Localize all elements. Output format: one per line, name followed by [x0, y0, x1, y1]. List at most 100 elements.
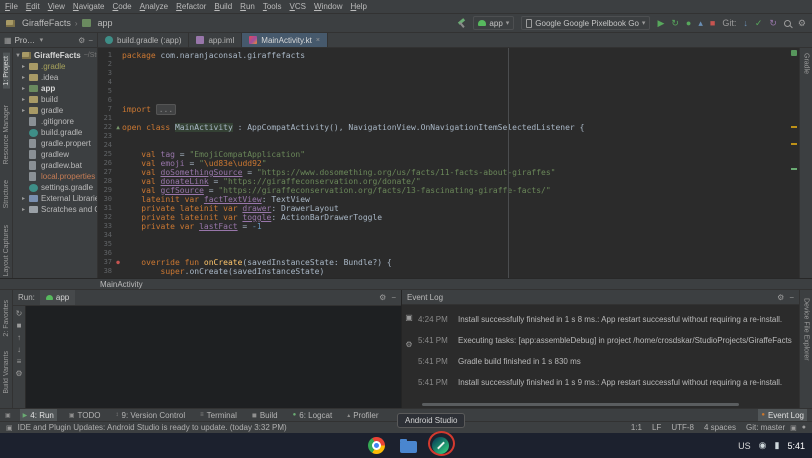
code-line[interactable]: 30lateinit var factTextView: TextView	[98, 195, 789, 204]
code-line[interactable]: 26val emoji = "\ud83e\udd92"	[98, 159, 789, 168]
code-line[interactable]: 29val gcfSource = "https://giraffeconser…	[98, 186, 789, 195]
keyboard-layout[interactable]: US	[738, 441, 751, 451]
breadcrumb-project[interactable]: GiraffeFacts	[22, 18, 71, 28]
scroll-up-icon[interactable]: ↑	[17, 333, 21, 342]
android-studio-icon[interactable]	[432, 437, 449, 454]
stop-button[interactable]: ■	[710, 19, 715, 28]
code-line[interactable]: 3	[98, 69, 789, 78]
chevron-down-icon[interactable]: ▾	[40, 36, 44, 44]
toolwindow-button-profiler[interactable]: ▴Profiler	[344, 409, 381, 421]
menu-build[interactable]: Build	[214, 2, 232, 11]
toolwindow-button-terminal[interactable]: ≡Terminal	[197, 409, 240, 421]
toolwindow-anchor-icon[interactable]: ▣	[5, 412, 11, 419]
code-line[interactable]: 25val tag = "EmojiCompatApplication"	[98, 150, 789, 159]
tree-item-gradlew-bat[interactable]: gradlew.bat	[13, 160, 97, 171]
horizontal-scrollbar[interactable]	[422, 403, 739, 406]
mark-all-read-icon[interactable]: ▣	[405, 313, 413, 322]
notifications-bell-icon[interactable]: ●	[802, 424, 806, 431]
breadcrumb-class[interactable]: MainActivity	[100, 280, 143, 289]
run-tab-app[interactable]: app	[40, 290, 75, 305]
tree-item-external-libraries[interactable]: ▸External Libraries	[13, 193, 97, 204]
event-log-entry[interactable]: 5:41 PMInstall successfully finished in …	[418, 378, 795, 387]
tree-item-build-gradle[interactable]: build.gradle	[13, 127, 97, 138]
code-line[interactable]: 28val donateLink = "https://giraffeconse…	[98, 177, 789, 186]
menu-edit[interactable]: Edit	[26, 2, 40, 11]
toolwindow-2-favorites[interactable]: 2: Favorites	[3, 300, 10, 337]
stop-icon[interactable]: ■	[17, 321, 22, 330]
settings-icon[interactable]: ⚙	[15, 369, 22, 378]
hide-panel-icon[interactable]: −	[88, 36, 93, 45]
tree-expand-arrow[interactable]: ▸	[22, 85, 29, 92]
debug-button[interactable]: ●	[686, 19, 691, 28]
code-line[interactable]: 5	[98, 87, 789, 96]
close-tab-icon[interactable]: ×	[316, 37, 320, 44]
search-everywhere-icon[interactable]	[784, 20, 791, 27]
status-message[interactable]: IDE and Plugin Updates: Android Studio i…	[18, 423, 287, 432]
apply-changes-button[interactable]: ↻	[671, 19, 679, 28]
info-stripe-mark[interactable]	[791, 168, 797, 170]
warning-stripe-mark[interactable]	[791, 126, 797, 128]
status-lf[interactable]: LF	[652, 423, 661, 432]
tree-item-settings-gradle[interactable]: settings.gradle	[13, 182, 97, 193]
clock[interactable]: 5:41	[787, 441, 805, 451]
menu-file[interactable]: File	[5, 2, 18, 11]
tree-expand-arrow[interactable]: ▸	[22, 74, 29, 81]
toolwindow-structure[interactable]: Structure	[3, 180, 10, 208]
code-line[interactable]: 35	[98, 240, 789, 249]
impl-gutter-icon[interactable]: ▲	[114, 123, 122, 132]
menu-help[interactable]: Help	[350, 2, 366, 11]
toolwindow-device-file-explorer[interactable]: Device File Explorer	[803, 298, 810, 361]
tree-expand-arrow[interactable]: ▸	[22, 96, 29, 103]
git-update-icon[interactable]: ↓	[743, 19, 748, 28]
toolwindow-layout-captures[interactable]: Layout Captures	[3, 225, 10, 276]
code-line[interactable]: 23	[98, 132, 789, 141]
tree-expand-arrow[interactable]: ▸	[22, 63, 29, 70]
event-log-entry[interactable]: 4:24 PMInstall successfully finished in …	[418, 315, 795, 324]
toolwindow-build-variants[interactable]: Build Variants	[3, 351, 10, 394]
settings-gear-icon[interactable]: ⚙	[798, 19, 806, 28]
menu-navigate[interactable]: Navigate	[73, 2, 105, 11]
tree-item-idea[interactable]: ▸.idea	[13, 72, 97, 83]
toolwindow-button-4-run[interactable]: ▶4: Run	[20, 409, 57, 421]
tree-item-giraffefacts[interactable]: ▼GiraffeFacts~/StudioProje	[13, 50, 97, 61]
tree-expand-arrow[interactable]: ▼	[15, 53, 22, 59]
tab-app-iml[interactable]: app.iml	[189, 33, 242, 47]
run-configuration-dropdown[interactable]: app ▾	[473, 16, 514, 30]
code-line[interactable]: 4	[98, 78, 789, 87]
code-line[interactable]: 33private var lastFact = -1	[98, 222, 789, 231]
hide-run-panel-icon[interactable]: −	[391, 293, 396, 302]
git-commit-icon[interactable]: ✓	[755, 19, 763, 28]
code-line[interactable]: 6	[98, 96, 789, 105]
toolwindow-1-project[interactable]: 1: Project	[3, 53, 10, 89]
build-hammer-icon[interactable]	[457, 19, 466, 28]
project-panel-title[interactable]: Project	[15, 36, 37, 45]
code-line[interactable]: 38super.onCreate(savedInstanceState)	[98, 267, 789, 276]
run-console-output[interactable]	[26, 306, 401, 408]
menu-window[interactable]: Window	[314, 2, 342, 11]
menu-view[interactable]: View	[48, 2, 65, 11]
event-log-settings-icon[interactable]: ⚙	[405, 340, 412, 349]
hide-event-log-icon[interactable]: −	[789, 293, 794, 302]
tree-item-gradlew[interactable]: gradlew	[13, 149, 97, 160]
tree-expand-arrow[interactable]: ▸	[22, 195, 29, 202]
lock-icon[interactable]: ▣	[790, 424, 797, 432]
status-menu-icon[interactable]: ◉	[759, 440, 767, 451]
code-editor[interactable]: 1package com.naranjaconsal.giraffefacts2…	[98, 48, 799, 278]
override-gutter-icon[interactable]: ●	[114, 258, 122, 267]
code-line[interactable]: 31private lateinit var drawer: DrawerLay…	[98, 204, 789, 213]
code-line[interactable]: 36	[98, 249, 789, 258]
tree-item-gitignore[interactable]: .gitignore	[13, 116, 97, 127]
inspection-status-indicator[interactable]	[791, 50, 797, 56]
toolwindow-button-9-version-control[interactable]: ↕9: Version Control	[113, 409, 189, 421]
run-settings-gear-icon[interactable]: ⚙	[379, 293, 386, 302]
file-manager-icon[interactable]	[400, 441, 417, 453]
warning-stripe-mark[interactable]	[791, 143, 797, 145]
tree-item-gradle[interactable]: ▸gradle	[13, 105, 97, 116]
chrome-icon[interactable]	[368, 437, 385, 454]
scroll-down-icon[interactable]: ↓	[17, 345, 21, 354]
toolwindow-button-6-logcat[interactable]: ●6: Logcat	[290, 409, 336, 421]
code-line[interactable]: 7import ...	[98, 105, 789, 114]
event-log-gear-icon[interactable]: ⚙	[777, 293, 784, 302]
code-line[interactable]: 27val doSomethingSource = "https://www.d…	[98, 168, 789, 177]
tab-mainactivity-kt[interactable]: MainActivity.kt×	[242, 33, 328, 47]
